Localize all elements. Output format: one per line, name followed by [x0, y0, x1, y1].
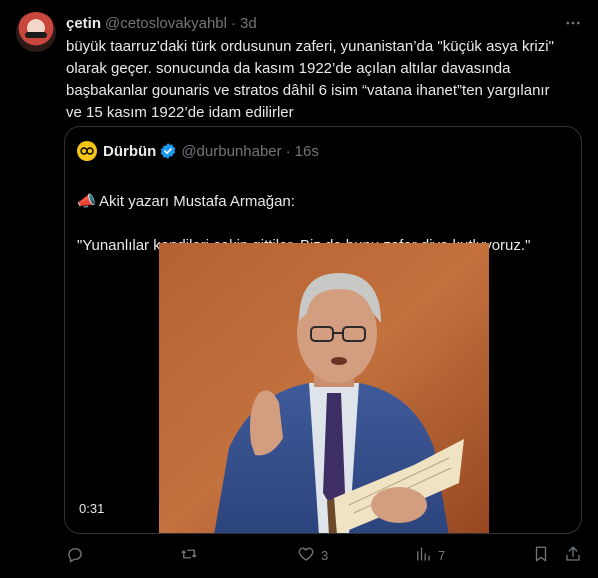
- views-count: 7: [438, 547, 446, 563]
- video-player[interactable]: [159, 243, 489, 533]
- reply-button[interactable]: [66, 542, 90, 568]
- quoted-author-name[interactable]: Dürbün: [103, 143, 156, 160]
- quoted-author-handle[interactable]: @durbunhaber: [181, 143, 281, 160]
- separator-dot: ·: [285, 142, 291, 160]
- quoted-line-1: 📣 Akit yazarı Mustafa Armağan:: [77, 193, 295, 210]
- author-name[interactable]: çetin: [66, 15, 101, 32]
- more-icon[interactable]: [562, 12, 584, 34]
- bookmark-icon: [532, 545, 550, 566]
- author-handle[interactable]: @cetoslovakyahbl: [105, 15, 227, 32]
- tweet-text: büyük taarruz'daki türk ordusunun zaferi…: [66, 38, 554, 121]
- reply-icon: [66, 545, 84, 566]
- views-button[interactable]: 7: [414, 542, 445, 568]
- quoted-tweet-header: Dürbün @durbunhaber · 16s: [77, 141, 319, 161]
- quoted-tweet-time[interactable]: 16s: [295, 143, 319, 160]
- quoted-author-avatar[interactable]: [77, 141, 97, 161]
- like-button[interactable]: 3: [297, 542, 328, 568]
- separator-dot: ·: [230, 14, 236, 32]
- like-count: 3: [321, 547, 329, 563]
- video-duration: 0:31: [79, 501, 105, 516]
- author-avatar[interactable]: [16, 12, 56, 52]
- views-icon: [414, 545, 432, 566]
- heart-icon: [297, 545, 315, 566]
- share-icon: [564, 545, 582, 566]
- tweet[interactable]: çetin @cetoslovakyahbl · 3d büyük taarru…: [0, 0, 598, 578]
- tweet-time[interactable]: 3d: [240, 15, 257, 32]
- quoted-tweet[interactable]: Dürbün @durbunhaber · 16s 📣 Akit yazarı …: [64, 126, 582, 534]
- retweet-icon: [180, 545, 198, 566]
- tweet-header: çetin @cetoslovakyahbl · 3d: [66, 14, 257, 32]
- tweet-actions: 3 7: [56, 542, 586, 568]
- share-button[interactable]: [564, 542, 582, 568]
- retweet-button[interactable]: [180, 542, 204, 568]
- verified-badge-icon: [159, 142, 177, 160]
- bookmark-button[interactable]: [532, 542, 550, 568]
- video-thumbnail: [159, 243, 489, 533]
